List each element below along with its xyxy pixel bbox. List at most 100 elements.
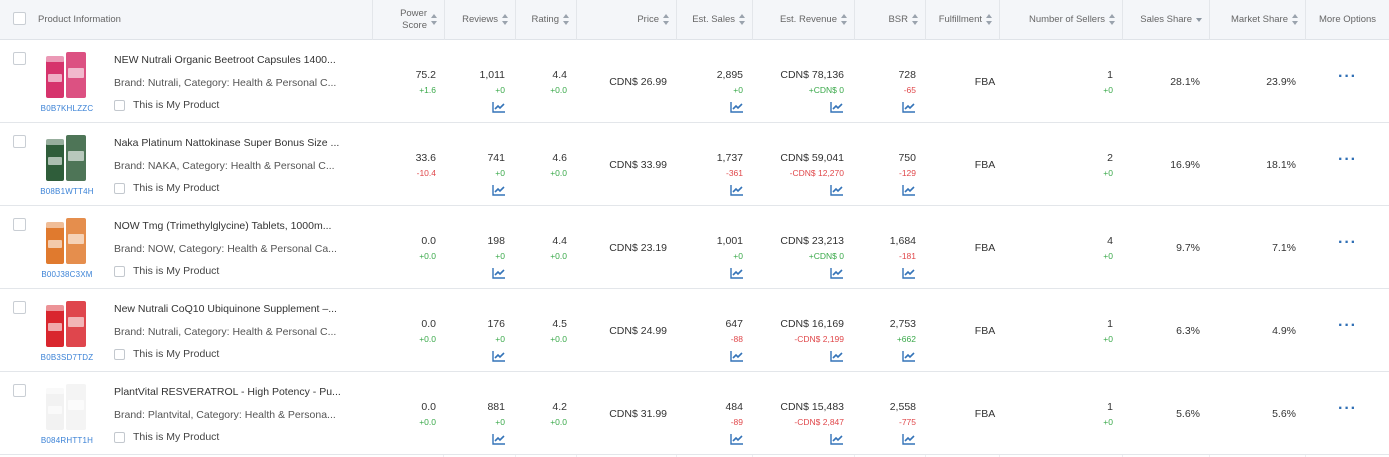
row-select-checkbox[interactable] xyxy=(13,218,26,231)
row-select-checkbox[interactable] xyxy=(13,384,26,397)
my-product-checkbox[interactable] xyxy=(114,182,125,194)
col-power-score[interactable]: Power Score xyxy=(372,0,444,40)
product-title[interactable]: NEW Nutrali Organic Beetroot Capsules 14… xyxy=(114,54,344,66)
my-product-toggle[interactable]: This is My Product xyxy=(114,348,219,360)
sort-desc-icon xyxy=(1196,14,1203,26)
reviews-value: 881 xyxy=(487,401,505,413)
asin-link[interactable]: B00J38C3XM xyxy=(36,270,98,279)
est-sales-value: 1,001 xyxy=(716,235,743,247)
price-value: CDN$ 26.99 xyxy=(609,76,667,88)
bsr-delta: -65 xyxy=(903,85,916,95)
sellers-value: 4 xyxy=(1107,235,1113,247)
col-rating[interactable]: Rating xyxy=(515,0,576,40)
col-more-options: More Options xyxy=(1305,0,1389,40)
table-header: Product Information Power Score Reviews … xyxy=(0,0,1389,40)
asin-link[interactable]: B08B1WTT4H xyxy=(36,187,98,196)
table-row: B08B1WTT4H Naka Platinum Nattokinase Sup… xyxy=(0,123,1389,206)
trend-chart-icon[interactable] xyxy=(492,101,506,113)
product-title[interactable]: New Nutrali CoQ10 Ubiquinone Supplement … xyxy=(114,303,344,315)
bsr-value: 728 xyxy=(898,69,916,81)
trend-chart-icon[interactable] xyxy=(902,267,916,279)
product-thumbnail[interactable] xyxy=(40,380,94,436)
est-sales-value: 647 xyxy=(725,318,743,330)
row-select-checkbox[interactable] xyxy=(13,135,26,148)
my-product-checkbox[interactable] xyxy=(114,348,125,360)
col-price[interactable]: Price xyxy=(576,0,676,40)
sales-share-value: 28.1% xyxy=(1170,76,1200,88)
est-revenue-delta: -CDN$ 2,199 xyxy=(794,334,844,344)
my-product-toggle[interactable]: This is My Product xyxy=(114,265,219,277)
trend-chart-icon[interactable] xyxy=(830,184,844,196)
trend-chart-icon[interactable] xyxy=(492,350,506,362)
trend-chart-icon[interactable] xyxy=(902,350,916,362)
my-product-checkbox[interactable] xyxy=(114,431,125,443)
more-options-icon[interactable]: ··· xyxy=(1338,317,1357,335)
sales-share-value: 6.3% xyxy=(1176,325,1200,337)
product-thumbnail[interactable] xyxy=(40,48,94,104)
my-product-toggle[interactable]: This is My Product xyxy=(114,431,219,443)
sellers-delta: +0 xyxy=(1103,334,1113,344)
trend-chart-icon[interactable] xyxy=(492,433,506,445)
est-sales-value: 2,895 xyxy=(716,69,743,81)
power-score-delta: -10.4 xyxy=(416,168,436,178)
sellers-value: 2 xyxy=(1107,152,1113,164)
product-thumbnail[interactable] xyxy=(40,297,94,353)
col-est-revenue[interactable]: Est. Revenue xyxy=(752,0,854,40)
sort-icon xyxy=(1292,14,1299,26)
more-options-icon[interactable]: ··· xyxy=(1338,234,1357,252)
my-product-checkbox[interactable] xyxy=(114,265,125,277)
table-row: B0B7KHLZZC NEW Nutrali Organic Beetroot … xyxy=(0,40,1389,123)
my-product-checkbox[interactable] xyxy=(114,99,125,111)
asin-link[interactable]: B084RHTT1H xyxy=(36,436,98,445)
more-options-icon[interactable]: ··· xyxy=(1338,68,1357,86)
est-sales-delta: +0 xyxy=(733,251,743,261)
trend-chart-icon[interactable] xyxy=(830,350,844,362)
col-est-sales[interactable]: Est. Sales xyxy=(676,0,752,40)
sellers-value: 1 xyxy=(1107,69,1113,81)
select-all-checkbox[interactable] xyxy=(13,12,26,25)
product-thumbnail[interactable] xyxy=(40,131,94,187)
row-select-checkbox[interactable] xyxy=(13,52,26,65)
sellers-value: 1 xyxy=(1107,401,1113,413)
col-reviews[interactable]: Reviews xyxy=(444,0,515,40)
my-product-toggle[interactable]: This is My Product xyxy=(114,182,219,194)
trend-chart-icon[interactable] xyxy=(730,101,744,113)
my-product-toggle[interactable]: This is My Product xyxy=(114,99,219,111)
trend-chart-icon[interactable] xyxy=(730,184,744,196)
col-fulfillment[interactable]: Fulfillment xyxy=(925,0,999,40)
more-options-icon[interactable]: ··· xyxy=(1338,400,1357,418)
trend-chart-icon[interactable] xyxy=(902,101,916,113)
trend-chart-icon[interactable] xyxy=(730,267,744,279)
trend-chart-icon[interactable] xyxy=(830,433,844,445)
trend-chart-icon[interactable] xyxy=(492,184,506,196)
trend-chart-icon[interactable] xyxy=(830,267,844,279)
trend-chart-icon[interactable] xyxy=(902,433,916,445)
product-title[interactable]: Naka Platinum Nattokinase Super Bonus Si… xyxy=(114,137,344,149)
my-product-label: This is My Product xyxy=(133,431,220,443)
est-revenue-delta: -CDN$ 12,270 xyxy=(789,168,844,178)
trend-chart-icon[interactable] xyxy=(830,101,844,113)
more-options-icon[interactable]: ··· xyxy=(1338,151,1357,169)
trend-chart-icon[interactable] xyxy=(730,350,744,362)
sellers-delta: +0 xyxy=(1103,85,1113,95)
sort-icon xyxy=(1109,14,1116,26)
col-number-of-sellers[interactable]: Number of Sellers xyxy=(999,0,1122,40)
est-revenue-value: CDN$ 78,136 xyxy=(780,69,844,81)
product-title[interactable]: NOW Tmg (Trimethylglycine) Tablets, 1000… xyxy=(114,220,344,232)
est-sales-delta: -89 xyxy=(730,417,743,427)
col-sales-share[interactable]: Sales Share xyxy=(1122,0,1209,40)
asin-link[interactable]: B0B3SD7TDZ xyxy=(36,353,98,362)
price-value: CDN$ 23.19 xyxy=(609,242,667,254)
row-select-checkbox[interactable] xyxy=(13,301,26,314)
asin-link[interactable]: B0B7KHLZZC xyxy=(36,104,98,113)
market-share-value: 18.1% xyxy=(1266,159,1296,171)
trend-chart-icon[interactable] xyxy=(902,184,916,196)
sellers-value: 1 xyxy=(1107,318,1113,330)
col-bsr[interactable]: BSR xyxy=(854,0,925,40)
col-market-share[interactable]: Market Share xyxy=(1209,0,1305,40)
trend-chart-icon[interactable] xyxy=(730,433,744,445)
product-thumbnail[interactable] xyxy=(40,214,94,270)
trend-chart-icon[interactable] xyxy=(492,267,506,279)
product-title[interactable]: PlantVital RESVERATROL - High Potency - … xyxy=(114,386,344,398)
market-share-value: 7.1% xyxy=(1272,242,1296,254)
